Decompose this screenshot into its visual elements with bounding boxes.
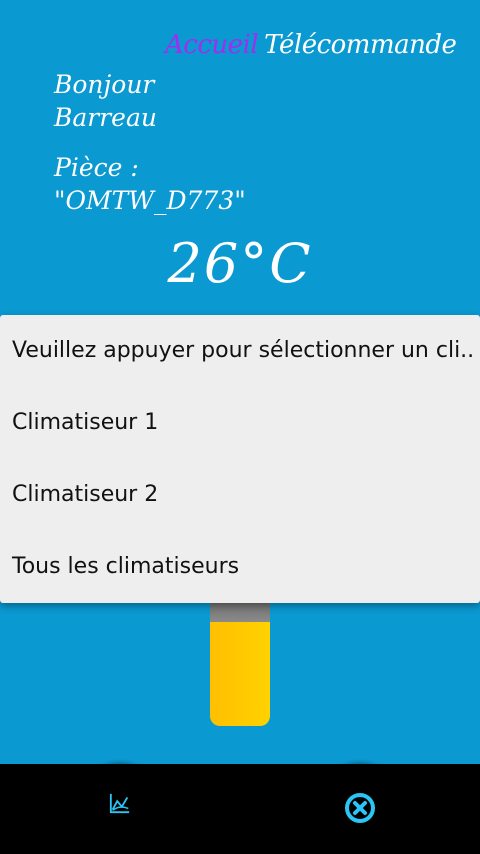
thermometer-fill: [210, 622, 270, 726]
dropdown-item-prompt[interactable]: Veuillez appuyer pour sélectionner un cl…: [0, 315, 480, 387]
dropdown-item-climatiseur-2[interactable]: Climatiseur 2: [0, 459, 480, 531]
room-label: Pièce :: [54, 153, 139, 182]
room-value: "OMTW_D773": [54, 186, 246, 215]
dropdown-item-all[interactable]: Tous les climatiseurs: [0, 531, 480, 603]
header-tabs: Accueil Télécommande: [165, 30, 457, 60]
tab-telecommande[interactable]: Télécommande: [264, 30, 457, 60]
ac-select-dropdown: Veuillez appuyer pour sélectionner un cl…: [0, 315, 480, 603]
dropdown-item-climatiseur-1[interactable]: Climatiseur 1: [0, 387, 480, 459]
bottom-bar: [0, 764, 480, 854]
temperature-display: 26°C: [167, 232, 313, 295]
app-screen: Accueil Télécommande Bonjour Barreau Pièc…: [0, 0, 480, 854]
greeting: Bonjour Barreau: [54, 68, 157, 134]
greeting-user-name: Barreau: [54, 103, 157, 132]
close-circle-icon: [344, 792, 376, 828]
chart-button[interactable]: [76, 764, 164, 852]
greeting-line-1: Bonjour: [54, 70, 155, 99]
tab-accueil[interactable]: Accueil: [165, 30, 259, 60]
chart-icon: [109, 792, 131, 818]
close-button[interactable]: [316, 764, 404, 852]
room-info: Pièce : "OMTW_D773": [54, 151, 246, 217]
